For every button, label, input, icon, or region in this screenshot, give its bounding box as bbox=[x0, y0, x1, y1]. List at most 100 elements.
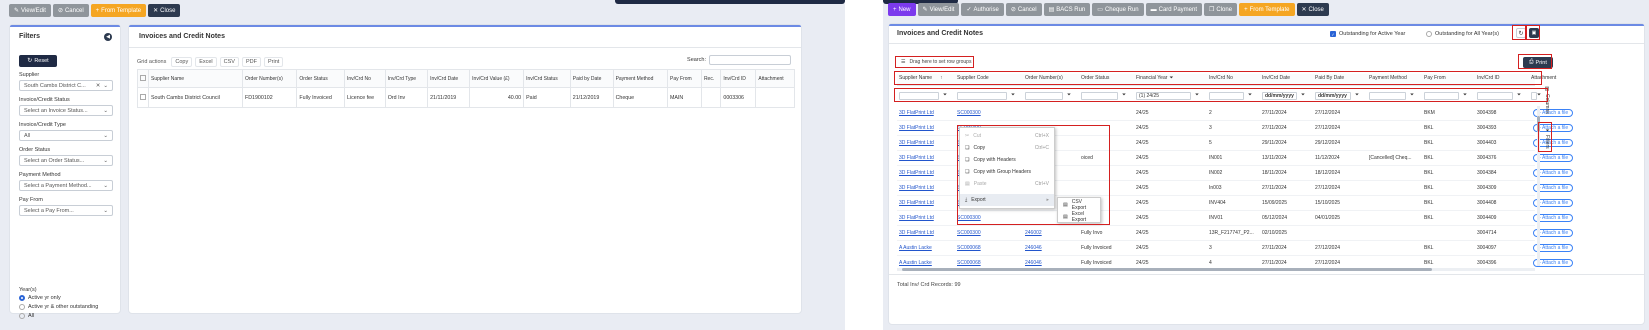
table-cell[interactable]: 246046 bbox=[1025, 260, 1042, 266]
table-cell[interactable]: SC000068 bbox=[957, 260, 981, 266]
column-header[interactable]: Inv/Crd ID bbox=[1477, 76, 1527, 81]
filter-icon[interactable]: ⏷ bbox=[1248, 92, 1252, 98]
column-filter-input[interactable] bbox=[957, 92, 1007, 100]
table-cell[interactable]: A Austin Lacke bbox=[899, 260, 932, 266]
invoice-credit-status-select[interactable]: Select an Invoice Status... ⌄ bbox=[19, 105, 113, 116]
table-cell[interactable]: 3D FlatPrint Ltd bbox=[899, 110, 934, 116]
refresh-button[interactable]: ↻ bbox=[1516, 28, 1526, 38]
column-filter-input[interactable] bbox=[1209, 92, 1244, 100]
menu-item-csv-export[interactable]: ▤ CSV Export bbox=[1058, 199, 1100, 211]
column-header[interactable]: Order Status bbox=[1081, 76, 1132, 81]
menu-item-copy-with-headers[interactable]: ❏ Copy with Headers bbox=[960, 154, 1054, 166]
h-scroll-thumb[interactable] bbox=[902, 268, 1432, 271]
column-header[interactable]: Pay From bbox=[667, 69, 702, 88]
supplier-select[interactable]: South Cambs District C... ✕ ⌄ bbox=[19, 80, 113, 91]
bacs-run-button[interactable]: ▤ BACS Run bbox=[1043, 3, 1091, 16]
filter-icon[interactable]: ⏷ bbox=[1195, 92, 1199, 98]
filter-icon[interactable]: ⏷ bbox=[1301, 92, 1305, 98]
excel-button[interactable]: Excel bbox=[195, 57, 217, 67]
column-header[interactable]: Inv/Crd Status bbox=[523, 69, 571, 88]
column-filter-input[interactable] bbox=[1424, 92, 1459, 100]
column-header[interactable]: Paid by Date bbox=[569, 69, 614, 88]
from-template-button[interactable]: + From Template bbox=[90, 4, 147, 17]
table-cell[interactable]: 3D FlatPrint Ltd bbox=[899, 125, 934, 131]
save-layout-button[interactable]: ▣ bbox=[1529, 28, 1539, 38]
column-header[interactable]: Supplier Name ↑ bbox=[899, 76, 953, 81]
close-button[interactable]: ✕ Close bbox=[1296, 3, 1329, 16]
table-row[interactable]: 3D FlatPrint Ltd SC000300 24/25 INV01 05/12/… bbox=[897, 211, 1574, 226]
pdf-button[interactable]: PDF bbox=[241, 57, 261, 67]
search-input[interactable] bbox=[709, 55, 791, 65]
table-cell[interactable]: 246046 bbox=[1025, 245, 1042, 251]
filter-icon[interactable]: ⏷ bbox=[1537, 92, 1541, 98]
table-row[interactable]: A Austin Lacke SC000068 246046 Fully Invoic… bbox=[897, 241, 1574, 256]
menu-item-copy[interactable]: ❏ Copy Ctrl+C bbox=[960, 142, 1054, 154]
print-button[interactable]: Print bbox=[263, 57, 284, 67]
row-group-drop-zone[interactable]: ☰ Drag here to set row groups bbox=[901, 59, 971, 65]
table-cell[interactable]: 3D FlatPrint Ltd bbox=[899, 200, 934, 206]
csv-button[interactable]: CSV bbox=[219, 57, 239, 67]
table-cell[interactable]: SC000300 bbox=[957, 215, 981, 221]
column-header[interactable]: Paid By Date bbox=[1315, 76, 1365, 81]
new-button[interactable]: + New bbox=[888, 3, 916, 16]
column-header[interactable]: Rec. bbox=[700, 69, 722, 88]
column-header[interactable]: Financial Year ⏷ bbox=[1136, 76, 1205, 81]
print-button[interactable]: ⎙ Print bbox=[1523, 57, 1553, 68]
filter-icon[interactable]: ⏷ bbox=[1355, 92, 1359, 98]
outstanding-active-toggle[interactable]: ✓ Outstanding for Active Year bbox=[1330, 31, 1405, 37]
year-option[interactable]: Active yr & other outstanding bbox=[19, 304, 113, 310]
column-header[interactable]: Inv/Crd Type bbox=[384, 69, 429, 88]
column-header[interactable]: Order Number(s) bbox=[241, 69, 298, 88]
column-header[interactable]: Supplier Name bbox=[148, 69, 243, 88]
column-header[interactable]: Order Status bbox=[296, 69, 345, 88]
table-row[interactable]: South Cambs District Council FD1900102 Ful… bbox=[137, 87, 795, 108]
table-row[interactable]: 3D FlatPrint Ltd SC000300 246002 Fully Invo… bbox=[897, 226, 1574, 241]
column-filter-input[interactable]: dd/mm/yyyy bbox=[1315, 92, 1351, 100]
column-header[interactable]: Attachment bbox=[1531, 76, 1557, 81]
column-filter-input[interactable] bbox=[1477, 92, 1513, 100]
filter-icon[interactable]: ⏷ bbox=[1463, 92, 1467, 98]
side-tab-columns[interactable]: ▥ Columns bbox=[1543, 86, 1551, 114]
filter-icon[interactable]: ⏷ bbox=[1410, 92, 1414, 98]
table-cell[interactable]: 3D FlatPrint Ltd bbox=[899, 170, 934, 176]
filter-icon[interactable]: ⏷ bbox=[1011, 92, 1015, 98]
menu-item-export[interactable]: ⤓ Export ▸ bbox=[960, 194, 1054, 206]
authorise-button[interactable]: ✓ Authorise bbox=[961, 3, 1004, 16]
collapse-filters-icon[interactable]: ◀ bbox=[104, 33, 112, 41]
column-header[interactable]: Inv/Crd Date bbox=[427, 69, 471, 88]
table-cell[interactable]: 246002 bbox=[1025, 230, 1042, 236]
table-cell[interactable]: 3D FlatPrint Ltd bbox=[899, 185, 934, 191]
column-header[interactable]: Inv/Crd No bbox=[343, 69, 386, 88]
pay-from-select[interactable]: Select a Pay From... ⌄ bbox=[19, 205, 113, 216]
column-filter-input[interactable]: dd/mm/yyyy bbox=[1262, 92, 1297, 100]
clear-icon[interactable]: ✕ bbox=[96, 83, 101, 89]
year-option[interactable]: Active yr only bbox=[19, 295, 113, 301]
column-filter-input[interactable] bbox=[1025, 92, 1063, 100]
v-scroll-thumb[interactable] bbox=[1537, 116, 1540, 132]
column-header[interactable]: Inv/Crd Value (£) bbox=[469, 69, 525, 88]
row-checkbox[interactable] bbox=[137, 87, 149, 108]
table-cell[interactable]: 3D FlatPrint Ltd bbox=[899, 155, 934, 161]
invoice-credit-type-select[interactable]: All ⌄ bbox=[19, 130, 113, 141]
table-cell[interactable]: SC000068 bbox=[957, 245, 981, 251]
table-cell[interactable]: 3D FlatPrint Ltd bbox=[899, 140, 934, 146]
filter-icon[interactable]: ⏷ bbox=[943, 92, 947, 98]
menu-item-copy-with-group-headers[interactable]: ❏ Copy with Group Headers bbox=[960, 166, 1054, 178]
copy-button[interactable]: Copy bbox=[171, 57, 193, 67]
cheque-run-button[interactable]: ▭ Cheque Run bbox=[1092, 3, 1144, 16]
column-filter-input[interactable] bbox=[1081, 92, 1118, 100]
column-header[interactable]: Payment Method bbox=[612, 69, 669, 88]
cancel-button[interactable]: ⊘ Cancel bbox=[52, 4, 89, 17]
payment-method-select[interactable]: Select a Payment Method... ⌄ bbox=[19, 180, 113, 191]
column-header[interactable]: Attachment bbox=[755, 69, 795, 88]
horizontal-scrollbar[interactable] bbox=[897, 268, 1535, 271]
reset-button[interactable]: ↻ Reset bbox=[19, 55, 57, 67]
order-status-select[interactable]: Select an Order Status... ⌄ bbox=[19, 155, 113, 166]
column-filter-input[interactable]: (1) 24/25 bbox=[1136, 92, 1191, 100]
outstanding-all-toggle[interactable]: Outstanding for All Year(s) bbox=[1426, 31, 1499, 37]
view-edit-button[interactable]: ✎ View/Edit bbox=[917, 3, 960, 16]
column-header[interactable]: Payment Method bbox=[1369, 76, 1420, 81]
close-button[interactable]: ✕ Close bbox=[148, 4, 181, 17]
view-edit-button[interactable]: ✎ View/Edit bbox=[9, 4, 51, 17]
table-cell[interactable]: 3D FlatPrint Ltd bbox=[899, 230, 934, 236]
